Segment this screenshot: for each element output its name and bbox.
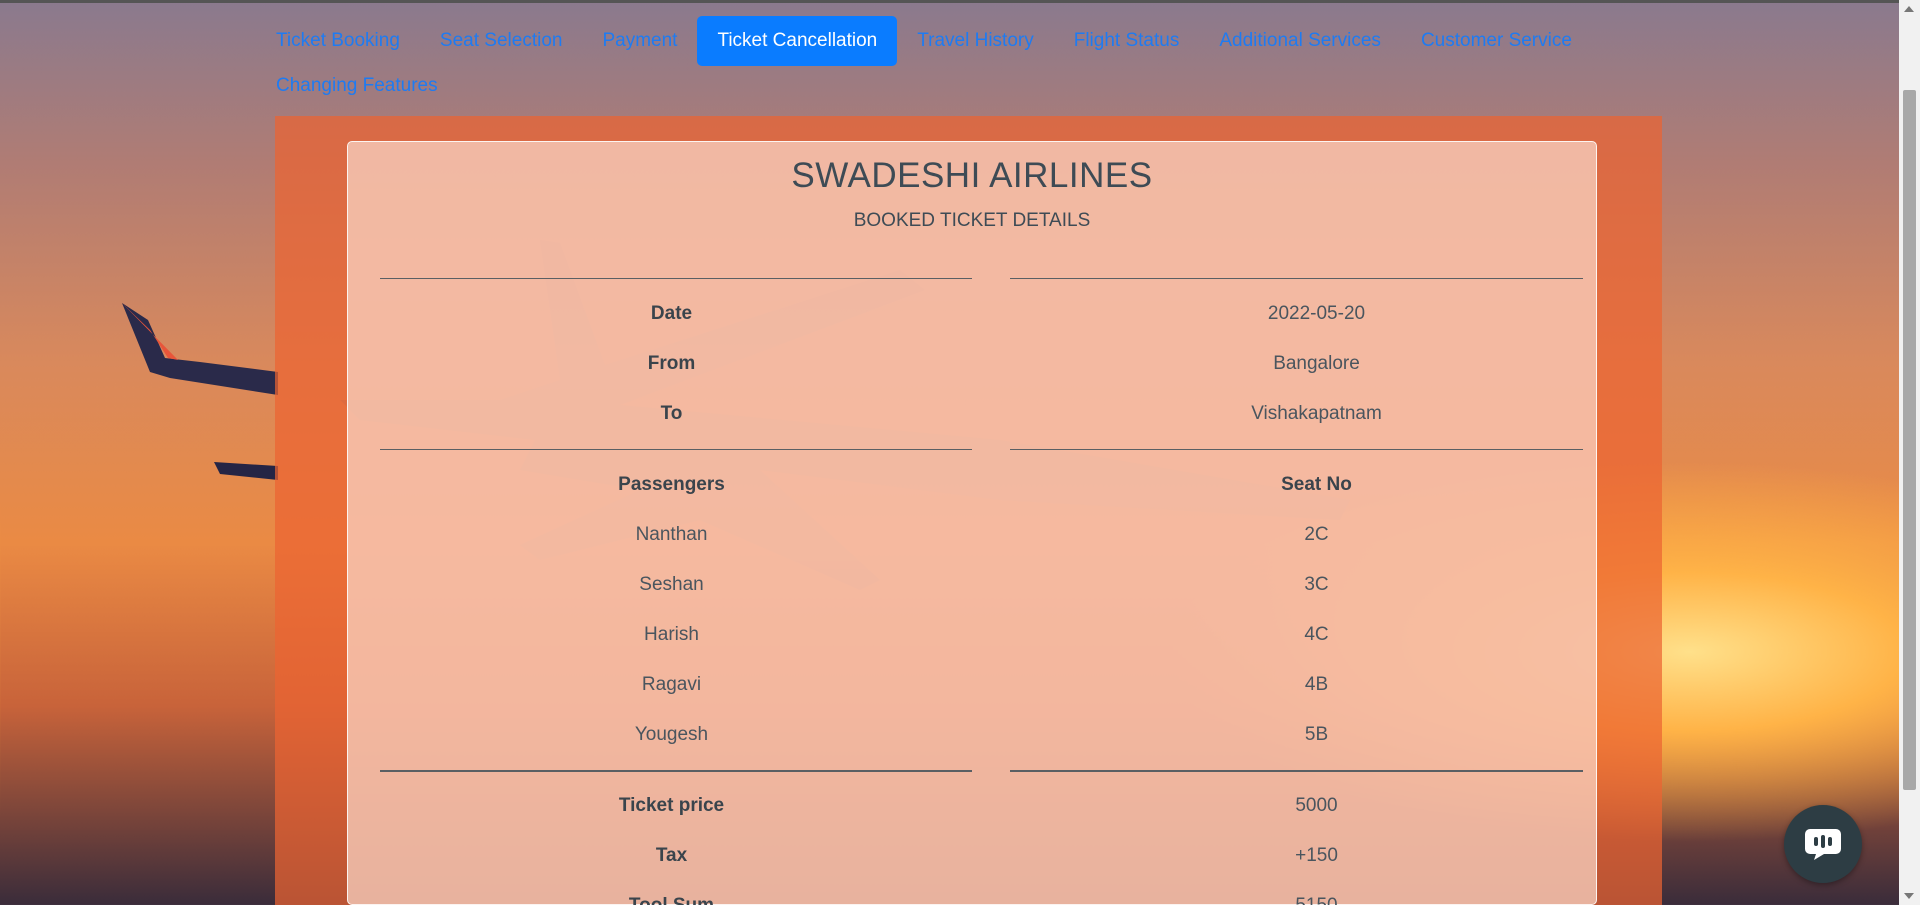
passenger-name: Harish <box>644 624 699 645</box>
pricing-value: +150 <box>1295 845 1338 866</box>
passenger-row: Ragavi 4B <box>348 660 1598 710</box>
pricing-row: Tool Sum 5150 <box>348 881 1598 905</box>
pricing-label: Tax <box>655 845 688 866</box>
journey-label: From <box>647 353 696 374</box>
passenger-name: Seshan <box>639 574 704 595</box>
scroll-down-icon[interactable] <box>1904 893 1914 899</box>
passenger-seat: 4C <box>1304 624 1329 645</box>
scroll-thumb[interactable] <box>1903 90 1916 790</box>
nav-payment[interactable]: Payment <box>582 16 697 66</box>
scroll-up-icon[interactable] <box>1904 6 1914 12</box>
window-top-border <box>0 0 1920 3</box>
passenger-row: Harish 4C <box>348 610 1598 660</box>
nav-row-secondary: Changing Features <box>276 66 1676 106</box>
passengers-header: Passengers <box>618 474 725 495</box>
page-scrollbar[interactable] <box>1899 0 1920 905</box>
nav-row-primary: Ticket Booking Seat Selection Payment Ti… <box>276 16 1676 66</box>
journey-row-date: Date 2022-05-20 <box>348 289 1598 339</box>
journey-value: Vishakapatnam <box>1251 403 1382 424</box>
divider <box>1010 770 1583 772</box>
pricing-label: Ticket price <box>618 795 725 816</box>
journey-row-from: From Bangalore <box>348 339 1598 389</box>
passenger-name: Ragavi <box>641 674 702 695</box>
chat-bubble-icon <box>1805 829 1841 860</box>
ticket-card: SWADESHI AIRLINES BOOKED TICKET DETAILS … <box>347 141 1597 905</box>
pricing-label: Tool Sum <box>348 881 1003 905</box>
nav-seat-selection[interactable]: Seat Selection <box>420 16 583 66</box>
passenger-row: Yougesh 5B <box>348 710 1598 760</box>
nav-additional-services[interactable]: Additional Services <box>1199 16 1401 66</box>
seat-header: Seat No <box>1281 474 1352 495</box>
divider <box>1010 278 1583 279</box>
journey-row-to: To Vishakapatnam <box>348 389 1598 439</box>
pricing-value: 5150 <box>1003 881 1598 905</box>
nav-customer-service[interactable]: Customer Service <box>1401 16 1592 66</box>
passenger-name: Nanthan <box>635 524 708 545</box>
nav-ticket-booking[interactable]: Ticket Booking <box>276 16 420 66</box>
divider <box>380 449 972 450</box>
divider <box>380 278 972 279</box>
passenger-seat: 2C <box>1304 524 1329 545</box>
airline-title: SWADESHI AIRLINES <box>791 156 1153 195</box>
journey-value: Bangalore <box>1273 353 1360 374</box>
passengers-header-row: Passengers Seat No <box>348 460 1598 510</box>
passenger-row: Nanthan 2C <box>348 510 1598 560</box>
pricing-row: Ticket price 5000 <box>348 781 1598 831</box>
main-navigation: Ticket Booking Seat Selection Payment Ti… <box>276 16 1676 106</box>
nav-flight-status[interactable]: Flight Status <box>1054 16 1200 66</box>
nav-travel-history[interactable]: Travel History <box>897 16 1053 66</box>
nav-changing-features[interactable]: Changing Features <box>276 66 458 106</box>
passenger-name: Yougesh <box>634 724 709 745</box>
divider <box>380 770 972 772</box>
ticket-subtitle: BOOKED TICKET DETAILS <box>853 210 1091 231</box>
passenger-row: Seshan 3C <box>348 560 1598 610</box>
pricing-row: Tax +150 <box>348 831 1598 881</box>
passenger-seat: 5B <box>1304 724 1329 745</box>
passenger-seat: 3C <box>1304 574 1329 595</box>
journey-label: Date <box>650 303 693 324</box>
journey-value: 2022-05-20 <box>1267 303 1366 324</box>
journey-label: To <box>660 403 683 424</box>
pricing-value: 5000 <box>1295 795 1338 816</box>
nav-ticket-cancellation[interactable]: Ticket Cancellation <box>697 16 898 66</box>
divider <box>1010 449 1583 450</box>
chat-widget-button[interactable] <box>1784 805 1862 883</box>
passenger-seat: 4B <box>1304 674 1329 695</box>
